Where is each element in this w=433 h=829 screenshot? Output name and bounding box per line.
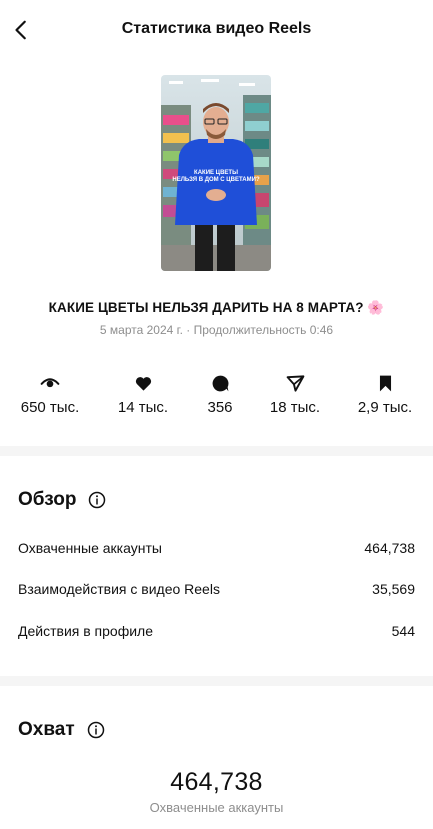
- bookmark-icon: [379, 375, 391, 391]
- section-divider: [0, 676, 433, 686]
- shares-value: 18 тыс.: [269, 399, 321, 416]
- overview-row-profile-activity[interactable]: Действия в профиле 544: [18, 621, 415, 641]
- info-icon[interactable]: [87, 721, 105, 739]
- reach-total-label: Охваченные аккаунты: [149, 800, 284, 815]
- row-label: Взаимодействия с видео Reels: [18, 581, 220, 597]
- share-icon: [286, 374, 304, 392]
- video-thumbnail[interactable]: КАКИЕ ЦВЕТЫ НЕЛЬЗЯ В ДОМ С ЦВЕТАМИ?: [161, 75, 271, 271]
- overview-section-title: Обзор: [18, 489, 106, 511]
- comment-icon: [212, 375, 228, 391]
- heart-icon: [135, 376, 151, 391]
- saves-stat: 2,9 тыс.: [340, 372, 430, 416]
- overview-row-accounts-reached[interactable]: Охваченные аккаунты 464,738: [18, 538, 415, 558]
- overview-title: Обзор: [18, 489, 77, 510]
- overview-row-interactions[interactable]: Взаимодействия с видео Reels 35,569: [18, 579, 415, 599]
- row-value: 464,738: [364, 540, 415, 556]
- views-value: 650 тыс.: [20, 399, 80, 416]
- row-label: Действия в профиле: [18, 623, 154, 639]
- reach-total-value: 464,738: [170, 768, 263, 796]
- reach-section-title: Охват: [18, 719, 105, 741]
- reach-title: Охват: [18, 719, 75, 740]
- top-bar: Статистика видео Reels: [0, 0, 433, 62]
- video-title: КАКИЕ ЦВЕТЫ НЕЛЬЗЯ ДАРИТЬ НА 8 МАРТА? 🌸: [48, 300, 385, 315]
- saves-value: 2,9 тыс.: [357, 399, 413, 416]
- shares-stat: 18 тыс.: [250, 372, 340, 416]
- row-value: 35,569: [372, 581, 415, 597]
- eye-icon: [40, 378, 60, 388]
- info-icon[interactable]: [88, 491, 106, 509]
- svg-text:НЕЛЬЗЯ В ДОМ С ЦВЕТАМИ?: НЕЛЬЗЯ В ДОМ С ЦВЕТАМИ?: [172, 177, 260, 183]
- row-value: 544: [391, 623, 415, 639]
- svg-text:КАКИЕ ЦВЕТЫ: КАКИЕ ЦВЕТЫ: [194, 170, 238, 176]
- video-meta: 5 марта 2024 г. · Продолжительность 0:46: [99, 323, 334, 337]
- row-label: Охваченные аккаунты: [18, 540, 162, 556]
- section-divider: [0, 446, 433, 456]
- page-title: Статистика видео Reels: [121, 20, 312, 37]
- engagement-stats: 650 тыс. 14 тыс. 356 18 тыс. 2,9 тыс.: [0, 372, 433, 422]
- views-stat: 650 тыс.: [5, 372, 95, 416]
